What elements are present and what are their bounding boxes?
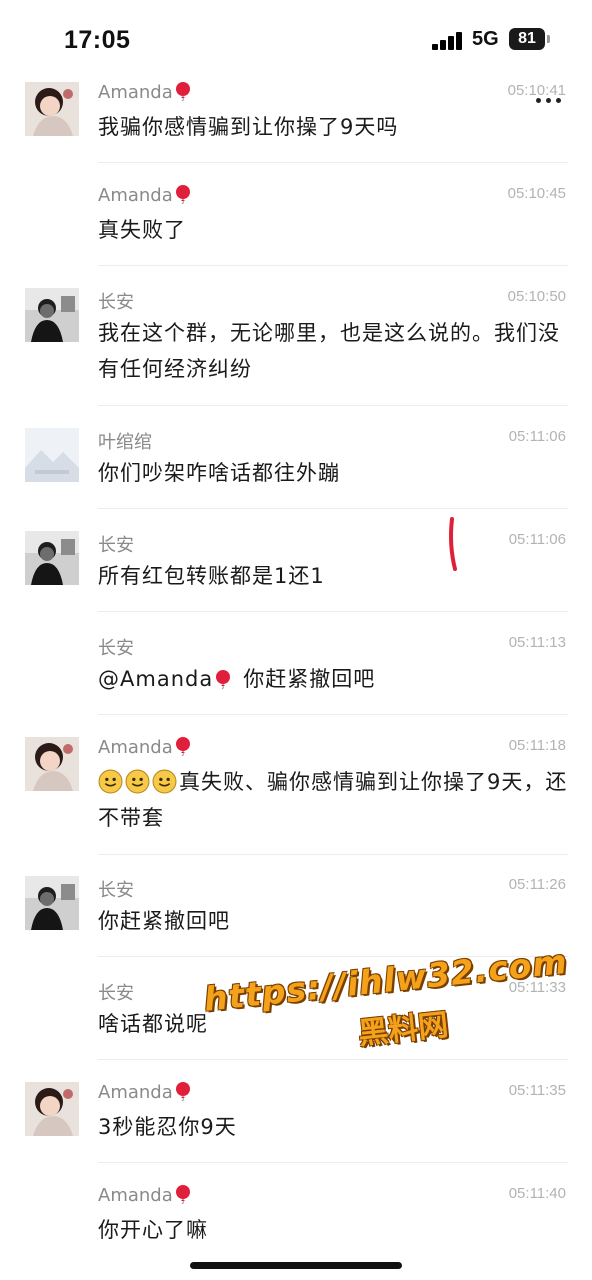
message-item[interactable]: 叶绾绾 05:11:06 你们吵架咋啥话都往外蹦 xyxy=(0,426,592,510)
divider xyxy=(98,162,568,163)
message-timestamp: 05:10:45 xyxy=(507,185,566,202)
changan-avatar-icon xyxy=(25,531,79,585)
message-timestamp: 05:10:50 xyxy=(507,288,566,305)
amanda-avatar-icon xyxy=(25,737,79,791)
sender-name: Amanda xyxy=(98,737,191,758)
message-text: 所有红包转账都是1还1 xyxy=(98,564,325,588)
sender-name: 长安 xyxy=(98,292,134,313)
divider xyxy=(98,714,568,715)
message-item[interactable]: 长安 05:10:50 我在这个群，无论哪里，也是这么说的。我们没有任何经济纠纷 xyxy=(0,286,592,408)
avatar[interactable] xyxy=(25,428,79,482)
balloon-icon xyxy=(175,82,190,101)
message-item[interactable]: Amanda 05:11:35 3秒能忍你9天 xyxy=(0,1080,592,1164)
message-timestamp: 05:11:06 xyxy=(508,428,566,445)
mention[interactable]: @Amanda xyxy=(98,667,213,691)
balloon-icon xyxy=(175,185,190,204)
divider xyxy=(98,265,568,266)
balloon-icon xyxy=(175,737,190,756)
changan-avatar-icon xyxy=(25,876,79,930)
divider xyxy=(98,508,568,509)
sender-name: 叶绾绾 xyxy=(98,432,152,453)
balloon-icon xyxy=(216,670,231,689)
balloon-icon xyxy=(175,1082,190,1101)
message-text: 我在这个群，无论哪里，也是这么说的。我们没有任何经济纠纷 xyxy=(98,321,560,381)
divider xyxy=(98,405,568,406)
message-text: 你开心了嘛 xyxy=(98,1218,208,1242)
message-timestamp: 05:11:35 xyxy=(508,1082,566,1099)
avatar[interactable] xyxy=(25,82,79,136)
message-text: 真失败了 xyxy=(98,218,186,242)
avatar[interactable] xyxy=(25,876,79,930)
message-text: @Amanda 你赶紧撤回吧 xyxy=(98,661,568,697)
message-item[interactable]: Amanda 05:10:45 真失败了 xyxy=(0,183,592,267)
battery-icon: 81 xyxy=(509,28,545,50)
amanda-avatar-icon xyxy=(25,82,79,136)
avatar[interactable] xyxy=(25,531,79,585)
message-timestamp: 05:11:18 xyxy=(508,737,566,754)
message-item[interactable]: Amanda 05:11:18 真失败、骗你感情骗到让你操了9天，还不带套 xyxy=(0,735,592,857)
message-item[interactable]: 长安 05:11:26 你赶紧撤回吧 xyxy=(0,874,592,958)
message-timestamp: 05:11:26 xyxy=(508,876,566,893)
message-text: 你赶紧撤回吧 xyxy=(98,909,230,933)
red-pen-mark xyxy=(449,517,457,571)
avatar[interactable] xyxy=(25,288,79,342)
message-text: 你们吵架咋啥话都往外蹦 xyxy=(98,461,340,485)
message-body: 你赶紧撤回吧 xyxy=(243,667,376,691)
sender-name: 长安 xyxy=(98,880,134,901)
message-item[interactable]: Amanda 05:10:41 我骗你感情骗到让你操了9天吗 xyxy=(0,80,592,164)
smile-emoji-icon xyxy=(125,769,150,794)
balloon-icon xyxy=(175,1185,190,1204)
divider xyxy=(98,611,568,612)
changan-avatar-icon xyxy=(25,288,79,342)
avatar[interactable] xyxy=(25,1082,79,1136)
battery-tip xyxy=(547,35,550,43)
message-timestamp: 05:11:40 xyxy=(508,1185,566,1202)
message-text: 我骗你感情骗到让你操了9天吗 xyxy=(98,115,399,139)
smile-emoji-icon xyxy=(98,769,123,794)
message-timestamp: 05:10:41 xyxy=(507,82,566,99)
sender-name: Amanda xyxy=(98,1185,191,1206)
message-item[interactable]: 长安 05:11:06 所有红包转账都是1还1 xyxy=(0,529,592,613)
sender-name: Amanda xyxy=(98,185,191,206)
sender-name: 长安 xyxy=(98,983,134,1004)
smile-emoji-icon xyxy=(152,769,177,794)
sender-name: 长安 xyxy=(98,638,134,659)
sender-name: Amanda xyxy=(98,82,191,103)
network-label: 5G xyxy=(472,28,499,50)
divider xyxy=(98,854,568,855)
divider xyxy=(98,1059,568,1060)
message-timestamp: 05:11:06 xyxy=(508,531,566,548)
avatar[interactable] xyxy=(25,737,79,791)
signal-icon xyxy=(432,32,464,50)
sender-name: 长安 xyxy=(98,535,134,556)
home-indicator[interactable] xyxy=(190,1262,402,1269)
message-item[interactable]: 长安 05:11:13 @Amanda 你赶紧撤回吧 xyxy=(0,632,592,716)
message-item[interactable]: Amanda 05:11:40 你开心了嘛 xyxy=(0,1183,592,1267)
message-text: 3秒能忍你9天 xyxy=(98,1115,237,1139)
message-timestamp: 05:11:13 xyxy=(508,634,566,651)
status-bar: 17:05 5G 81 xyxy=(0,0,592,80)
sender-name: Amanda xyxy=(98,1082,191,1103)
divider xyxy=(98,1162,568,1163)
yewanwan-avatar-icon xyxy=(25,428,79,482)
amanda-avatar-icon xyxy=(25,1082,79,1136)
status-time: 17:05 xyxy=(64,26,131,54)
message-text: 真失败、骗你感情骗到让你操了9天，还不带套 xyxy=(98,764,568,836)
